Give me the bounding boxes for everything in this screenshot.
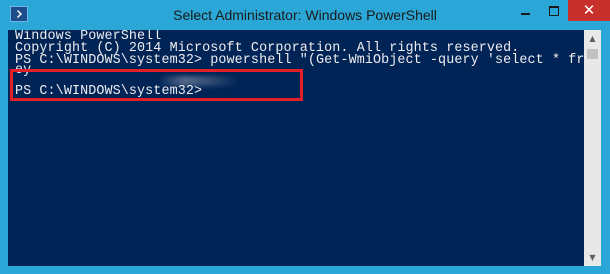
minimize-button[interactable] bbox=[512, 0, 540, 21]
vertical-scrollbar[interactable]: ▲ ▼ bbox=[584, 30, 601, 266]
title-bar[interactable]: Select Administrator: Windows PowerShell… bbox=[0, 0, 610, 30]
minimize-icon bbox=[521, 13, 530, 15]
maximize-button[interactable] bbox=[541, 0, 567, 21]
window-border-right bbox=[601, 30, 610, 274]
console-output[interactable]: Windows PowerShell Copyright (C) 2014 Mi… bbox=[8, 30, 584, 266]
powershell-window: Select Administrator: Windows PowerShell… bbox=[0, 0, 610, 274]
maximize-icon bbox=[549, 6, 559, 16]
window-border-bottom bbox=[0, 266, 610, 274]
close-button[interactable]: ✕ bbox=[568, 0, 610, 21]
console-line: PS C:\WINDOWS\system32> powershell "(Get… bbox=[15, 53, 584, 68]
scroll-down-icon[interactable]: ▼ bbox=[584, 249, 601, 266]
scroll-up-icon[interactable]: ▲ bbox=[584, 30, 601, 47]
highlight-box bbox=[10, 69, 303, 101]
scroll-thumb[interactable] bbox=[587, 49, 598, 59]
close-icon: ✕ bbox=[582, 2, 596, 19]
